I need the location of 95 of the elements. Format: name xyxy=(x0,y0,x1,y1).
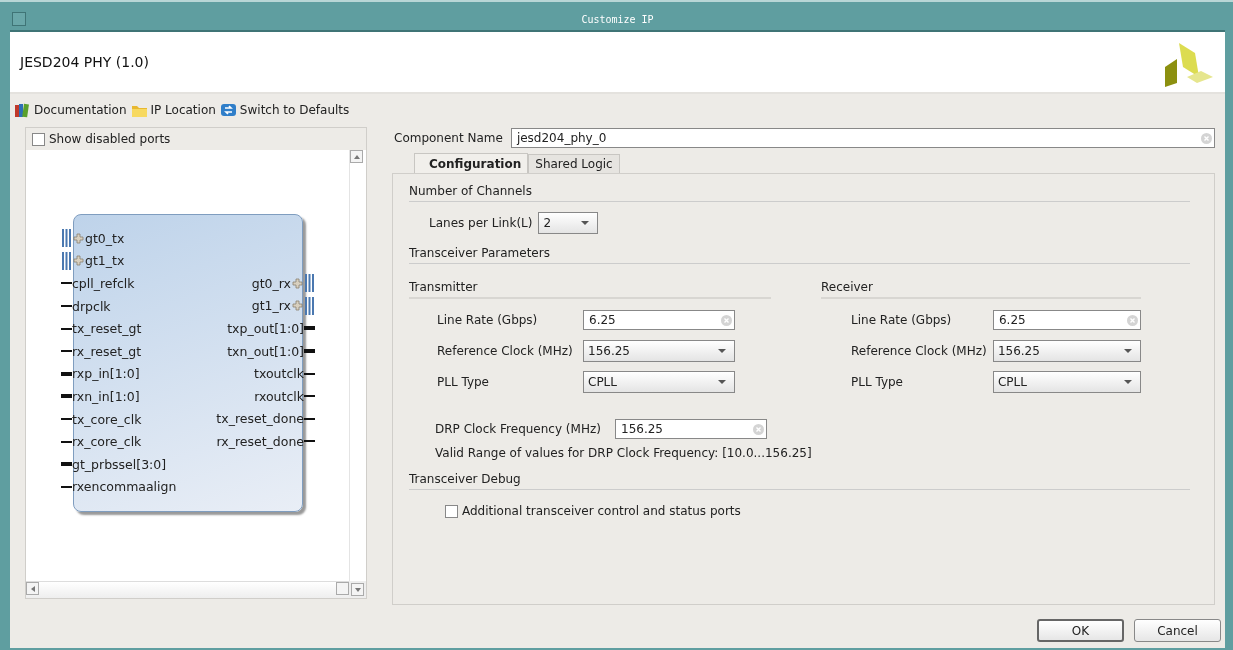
wire-pin xyxy=(304,395,315,398)
port-label: gt_prbssel[3:0] xyxy=(72,456,167,472)
dropdown[interactable]: CPLL xyxy=(992,371,1141,393)
ok-button[interactable]: OK xyxy=(1037,619,1124,642)
dropdown[interactable]: 156.25 xyxy=(583,340,735,362)
bus-pin-icon xyxy=(304,296,315,315)
port-label: gt0_rx xyxy=(251,275,291,291)
plus-icon xyxy=(292,300,303,312)
port-label: tx_core_clk xyxy=(72,411,142,427)
port-label: gt0_tx xyxy=(85,230,125,246)
hint-text: Valid Range of values for DRP Clock Frequency: [10.0...156.25] xyxy=(434,446,813,460)
field-label: Reference Clock (MHz) xyxy=(437,344,574,358)
toolbar-link[interactable]: Switch to Defaults xyxy=(219,101,350,119)
bus-pin-icon xyxy=(61,251,72,270)
tab[interactable]: Configuration xyxy=(414,153,529,173)
plus-icon xyxy=(73,232,84,244)
plus-icon xyxy=(292,277,303,289)
plus-icon xyxy=(73,255,84,267)
wire-pin xyxy=(61,485,72,488)
field-label: DRP Clock Frequency (MHz) xyxy=(435,422,602,436)
wire-pin xyxy=(61,282,72,285)
port-label: txn_out[1:0] xyxy=(227,343,304,359)
field-label: Reference Clock (MHz) xyxy=(851,344,988,358)
text-field[interactable]: 6.25 xyxy=(583,310,735,330)
port-label: rxoutclk xyxy=(254,388,304,404)
cancel-button[interactable]: Cancel xyxy=(1134,619,1221,642)
checkbox[interactable]: Show disabled ports xyxy=(32,132,171,146)
scroll-left-button[interactable] xyxy=(26,582,39,595)
port-label: txoutclk xyxy=(254,366,304,382)
wire-pin xyxy=(304,417,315,420)
toolbar-link[interactable]: Documentation xyxy=(14,101,127,119)
scroll-down-button[interactable] xyxy=(351,583,364,596)
section-heading: Number of Channels xyxy=(409,184,1190,202)
field-label: PLL Type xyxy=(437,375,490,389)
dropdown[interactable]: CPLL xyxy=(583,371,735,393)
port-label: rx_core_clk xyxy=(72,434,142,450)
port-label: drpclk xyxy=(72,298,111,314)
vector-pin xyxy=(304,349,315,354)
text-field[interactable]: 6.25 xyxy=(992,310,1141,330)
wire-pin xyxy=(304,440,315,443)
tab[interactable]: Shared Logic xyxy=(528,154,620,173)
port-label: rx_reset_gt xyxy=(72,343,142,359)
books-icon xyxy=(14,101,31,119)
arrows-icon xyxy=(219,101,237,119)
port-label: rxn_in[1:0] xyxy=(72,388,140,404)
clear-icon xyxy=(1127,314,1138,326)
bus-pin-icon xyxy=(61,229,72,248)
port-label: gt1_rx xyxy=(251,298,291,314)
port-label: rx_reset_done xyxy=(216,433,304,449)
port-label: rxencommaalign xyxy=(72,479,177,495)
caret-icon xyxy=(1124,380,1132,384)
caret-icon xyxy=(581,221,590,225)
toolbar-link[interactable]: IP Location xyxy=(130,101,216,119)
ip-title: JESD204 PHY (1.0) xyxy=(20,54,149,70)
caret-icon xyxy=(718,349,726,353)
wire-pin xyxy=(61,305,72,308)
checkbox[interactable]: Additional transceiver control and status ports xyxy=(445,504,1190,518)
port-label: tx_reset_gt xyxy=(72,321,142,337)
group-heading: Transmitter xyxy=(409,280,771,299)
text-field[interactable]: 156.25 xyxy=(615,419,767,439)
field-label: Lanes per Link(L) xyxy=(429,216,533,230)
bus-pin-icon xyxy=(304,274,315,293)
vector-pin xyxy=(61,371,72,376)
text-field[interactable]: jesd204_phy_0 xyxy=(510,128,1215,148)
dropdown[interactable]: 2 xyxy=(538,212,599,234)
wire-pin xyxy=(61,418,72,421)
vector-pin xyxy=(304,326,315,331)
clear-icon xyxy=(721,314,732,326)
port-label: tx_reset_done xyxy=(216,411,304,427)
wire-pin xyxy=(61,327,72,330)
clear-icon xyxy=(1201,132,1212,144)
wire-pin xyxy=(61,440,72,443)
port-label: cpll_refclk xyxy=(72,276,135,291)
port-label: txp_out[1:0] xyxy=(227,321,304,336)
section-heading: Transceiver Debug xyxy=(409,472,1190,490)
field-label: Component Name xyxy=(394,131,503,145)
field-label: Line Rate (Gbps) xyxy=(437,313,539,327)
caret-icon xyxy=(718,380,726,384)
field-label: Line Rate (Gbps) xyxy=(851,313,953,327)
minimize-button[interactable] xyxy=(12,12,26,26)
window-title: Customize IP xyxy=(581,13,654,25)
scroll-up-button[interactable] xyxy=(350,150,363,163)
clear-icon xyxy=(753,423,764,435)
scroll-right-button[interactable] xyxy=(336,582,349,595)
caret-icon xyxy=(1124,349,1132,353)
group-heading: Receiver xyxy=(821,280,1141,299)
field-label: PLL Type xyxy=(851,375,904,389)
vector-pin xyxy=(61,462,72,467)
vector-pin xyxy=(61,394,72,399)
port-label: gt1_tx xyxy=(85,253,125,269)
port-label: rxp_in[1:0] xyxy=(72,366,140,382)
section-heading: Transceiver Parameters xyxy=(409,246,1190,264)
wire-pin xyxy=(61,350,72,353)
wire-pin xyxy=(304,372,315,375)
dropdown[interactable]: 156.25 xyxy=(992,340,1141,362)
